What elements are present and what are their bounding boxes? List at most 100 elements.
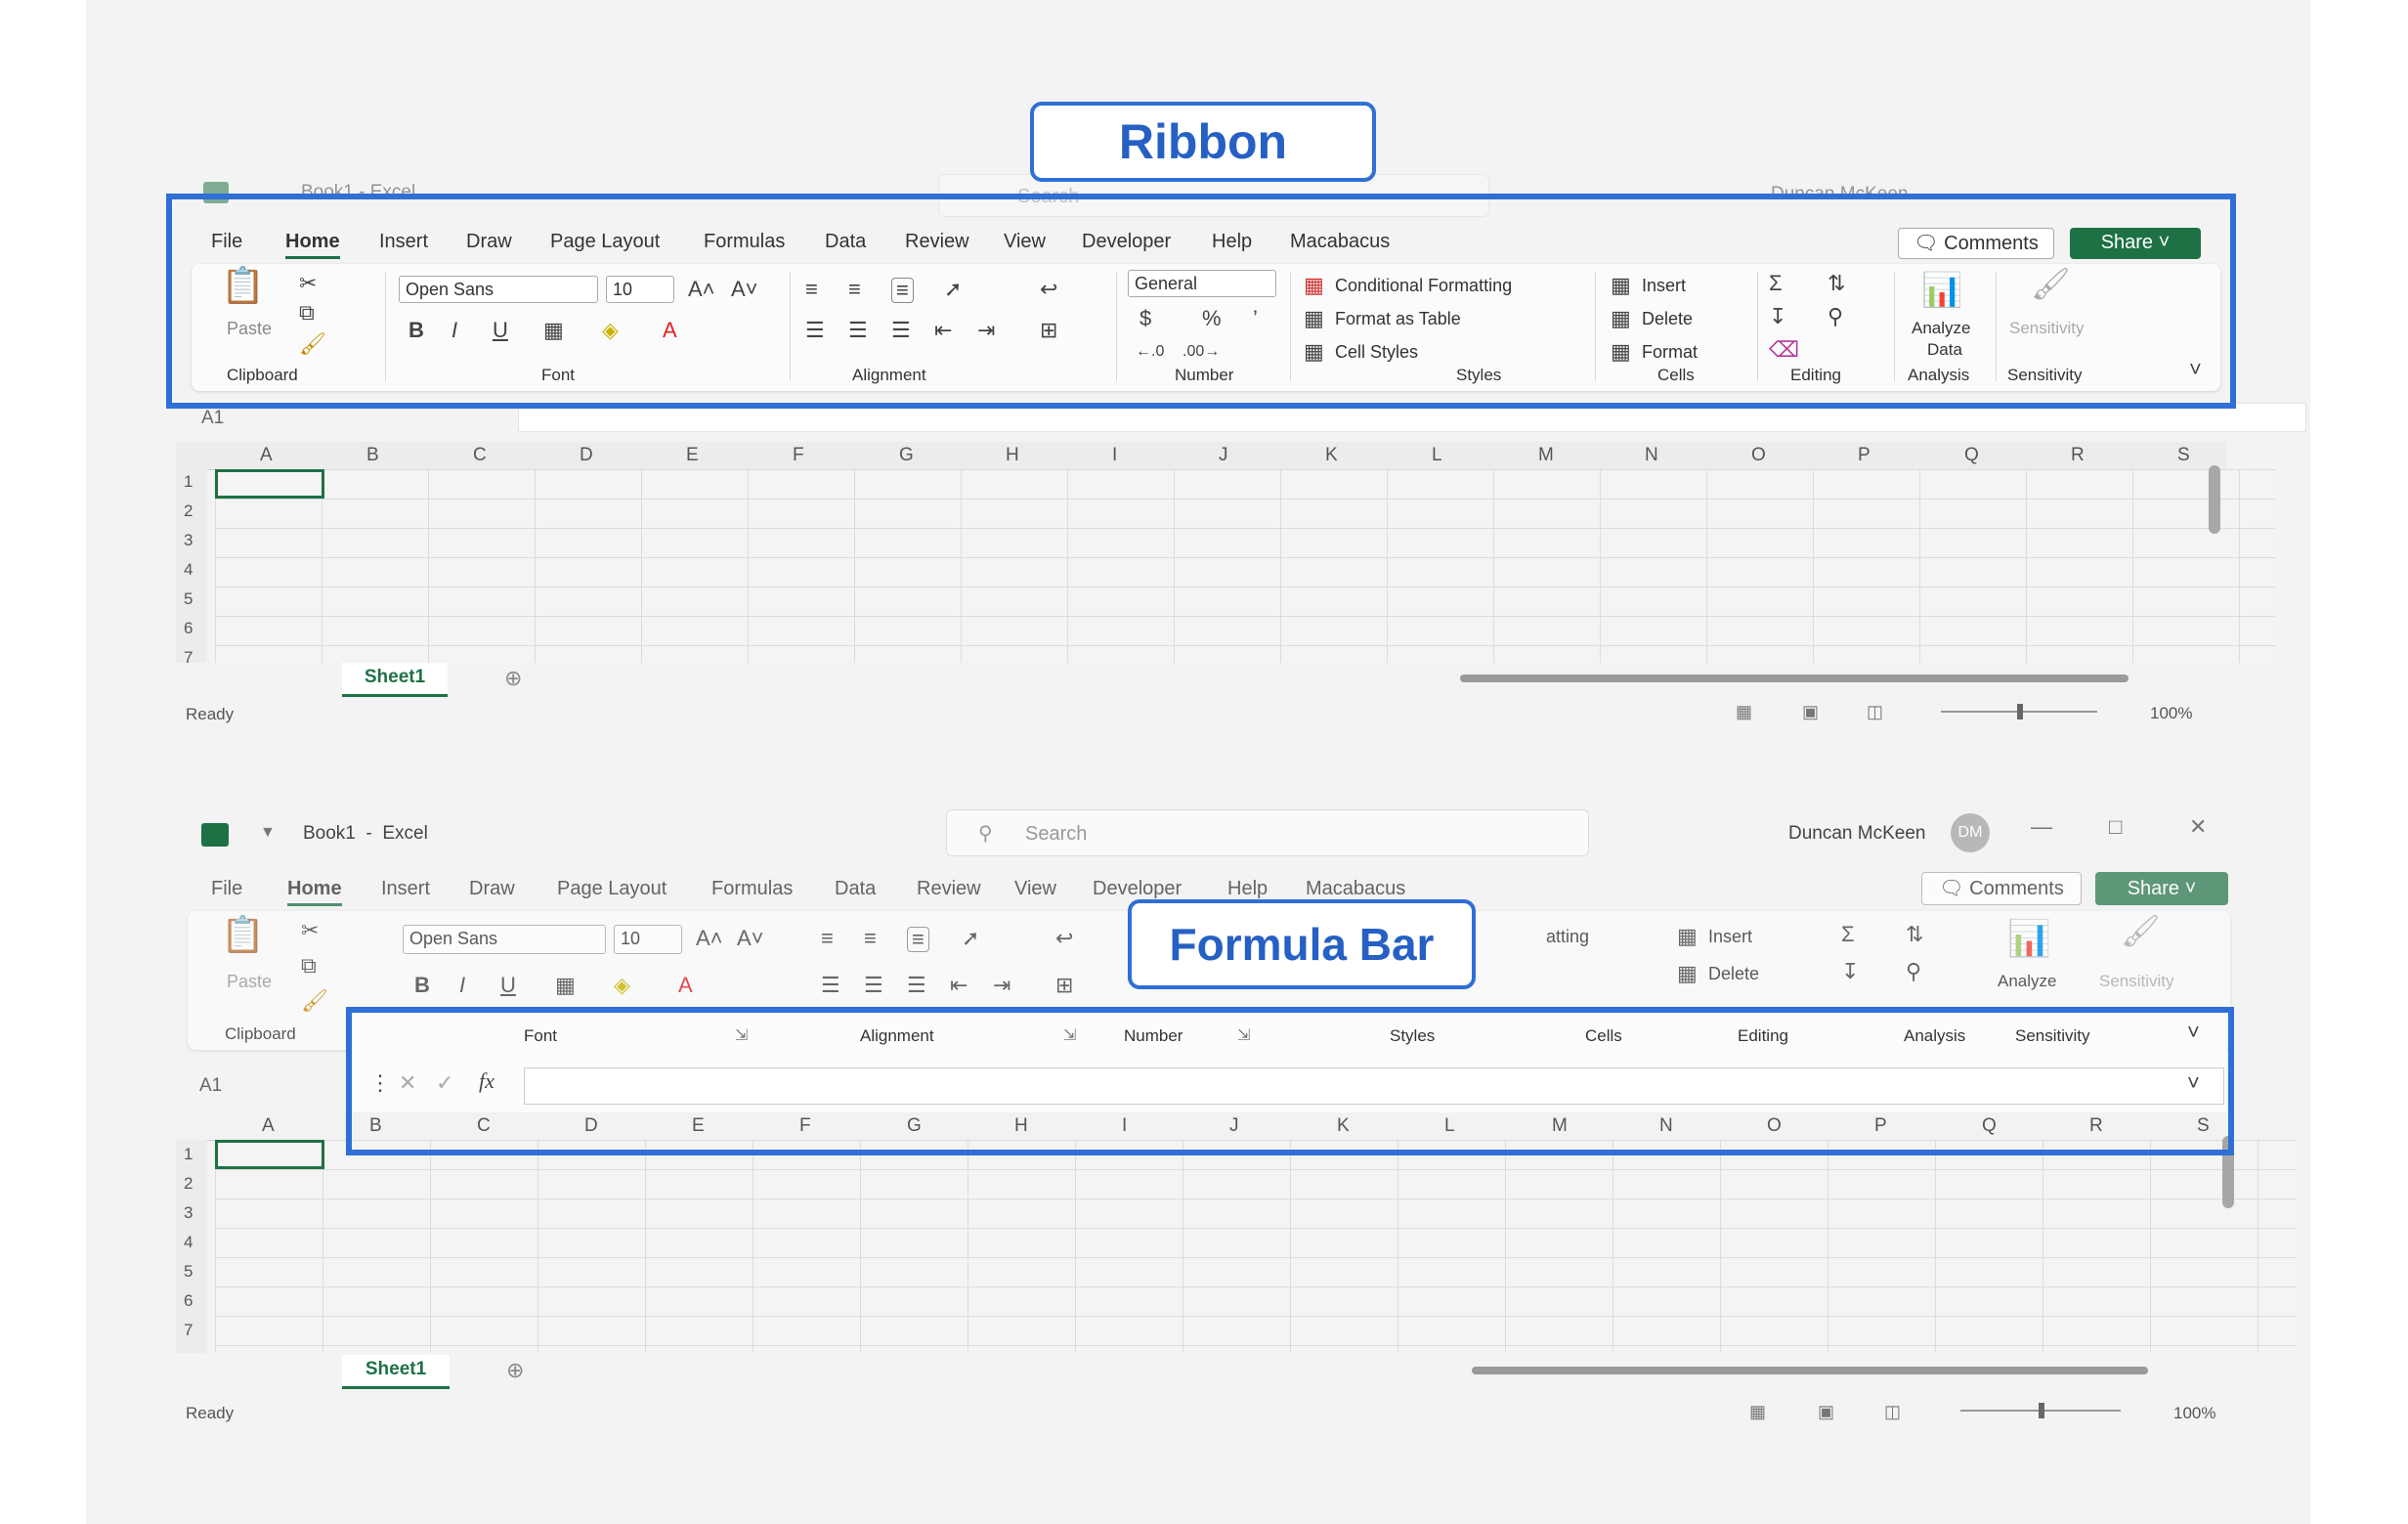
tab-insert[interactable]: Insert [381,878,430,900]
row-header[interactable]: 3 [184,531,193,550]
increase-font-icon[interactable]: A˄ [696,927,723,950]
delete-cells-button[interactable]: Delete [1708,962,1759,985]
wrap-text-icon[interactable]: ↩ [1055,927,1073,950]
conditional-formatting-button[interactable]: atting [1546,925,1589,948]
column-header[interactable]: F [793,442,804,469]
cut-icon[interactable]: ✂ [301,919,319,942]
page-break-view-icon[interactable]: ◫ [1884,1400,1901,1423]
italic-icon[interactable]: I [459,974,465,997]
fill-icon[interactable]: ↧ [1841,960,1859,983]
align-right-icon[interactable]: ☰ [907,974,926,997]
decrease-font-icon[interactable]: A˅ [737,927,764,950]
merge-center-icon[interactable]: ⊞ [1055,974,1073,997]
maximize-icon[interactable]: □ [2109,815,2122,839]
insert-cells-icon[interactable]: ▦ [1677,925,1698,948]
page-layout-view-icon[interactable]: ▣ [1818,1400,1834,1423]
analyze-label[interactable]: Analyze [1998,970,2056,993]
quick-access-chevron-icon[interactable]: ▼ [260,821,276,845]
fill-color-icon[interactable]: ◈ [614,974,630,997]
column-header[interactable]: E [686,442,699,469]
insert-cells-button[interactable]: Insert [1708,925,1752,948]
close-icon[interactable]: ✕ [2189,815,2207,839]
font-name-select[interactable]: Open Sans [403,925,606,954]
column-header[interactable]: G [899,442,914,469]
row-header[interactable]: 4 [184,560,193,580]
analyze-data-icon[interactable]: 📊 [2007,919,2051,958]
sort-filter-icon[interactable]: ⇅ [1906,923,1923,946]
cell-grid[interactable] [215,1140,2297,1353]
zoom-slider-thumb[interactable] [2017,704,2023,719]
share-button[interactable]: Share ˅ [2095,872,2228,905]
column-header[interactable]: A [260,442,273,469]
delete-cells-icon[interactable]: ▦ [1677,962,1698,985]
column-header[interactable]: C [473,442,487,469]
column-header[interactable]: R [2071,442,2085,469]
underline-icon[interactable]: U [500,974,516,997]
row-header[interactable]: 5 [184,589,193,609]
page-break-view-icon[interactable]: ◫ [1867,700,1883,723]
active-cell[interactable] [215,1140,324,1169]
tab-formulas[interactable]: Formulas [711,878,793,900]
sensitivity-button[interactable]: Sensitivity [2099,970,2174,993]
tab-help[interactable]: Help [1227,878,1268,900]
minimize-icon[interactable]: — [2031,815,2052,839]
row-header[interactable]: 6 [184,1291,193,1311]
column-header[interactable]: P [1858,442,1870,469]
column-header[interactable]: I [1112,442,1117,469]
tab-draw[interactable]: Draw [469,878,515,900]
row-header[interactable]: 1 [184,1145,193,1164]
tab-file[interactable]: File [211,878,242,900]
font-size-select[interactable]: 10 [614,925,682,954]
normal-view-icon[interactable]: ▦ [1736,700,1752,723]
row-header[interactable]: 3 [184,1203,193,1223]
tab-view[interactable]: View [1014,878,1056,900]
tab-page-layout[interactable]: Page Layout [557,878,666,900]
column-header[interactable]: K [1325,442,1338,469]
zoom-slider-thumb[interactable] [2039,1403,2044,1418]
page-layout-view-icon[interactable]: ▣ [1802,700,1819,723]
align-middle-icon[interactable]: ≡ [864,927,877,950]
horizontal-scrollbar[interactable] [1460,675,2128,682]
column-header[interactable]: O [1751,442,1766,469]
sheet-tab[interactable]: Sheet1 [342,663,448,697]
autosum-icon[interactable]: Σ [1841,923,1855,946]
tab-developer[interactable]: Developer [1093,878,1182,900]
align-top-icon[interactable]: ≡ [821,927,834,950]
align-left-icon[interactable]: ☰ [821,974,840,997]
row-header[interactable]: 7 [184,648,193,668]
add-sheet-icon[interactable]: ⊕ [504,667,522,690]
sensitivity-icon[interactable]: 🖌 [2121,915,2161,946]
column-header[interactable]: S [2177,442,2190,469]
font-color-icon[interactable]: A [678,974,693,997]
column-header[interactable]: D [580,442,593,469]
bold-icon[interactable]: B [414,974,430,997]
column-header[interactable]: M [1538,442,1554,469]
format-painter-icon[interactable]: 🖌 [301,989,328,1013]
column-header[interactable]: A [262,1112,275,1140]
comments-button[interactable]: 🗨 Comments [1921,872,2082,905]
row-header[interactable]: 1 [184,472,193,492]
column-header[interactable]: H [1006,442,1019,469]
search-box[interactable]: ⚲ Search [946,809,1589,856]
column-header[interactable]: N [1645,442,1658,469]
column-header[interactable]: Q [1964,442,1979,469]
orientation-icon[interactable]: ➚ [962,927,979,950]
row-header[interactable]: 6 [184,619,193,638]
copy-icon[interactable]: ⧉ [301,954,317,978]
align-center-icon[interactable]: ☰ [864,974,883,997]
find-select-icon[interactable]: ⚲ [1906,960,1921,983]
row-header[interactable]: 2 [184,1174,193,1194]
tab-home[interactable]: Home [287,878,342,906]
name-box[interactable]: A1 [199,1071,222,1101]
vertical-scrollbar[interactable] [2209,465,2220,534]
row-header[interactable]: 7 [184,1321,193,1340]
row-header[interactable]: 4 [184,1233,193,1252]
column-header[interactable]: L [1432,442,1442,469]
align-bottom-icon[interactable]: ≡ [907,927,929,952]
borders-icon[interactable]: ▦ [555,974,576,997]
sheet-tab[interactable]: Sheet1 [342,1355,450,1389]
decrease-indent-icon[interactable]: ⇤ [950,974,968,997]
row-header[interactable]: 5 [184,1262,193,1282]
column-header[interactable]: J [1219,442,1228,469]
avatar[interactable]: DM [1951,813,1990,852]
